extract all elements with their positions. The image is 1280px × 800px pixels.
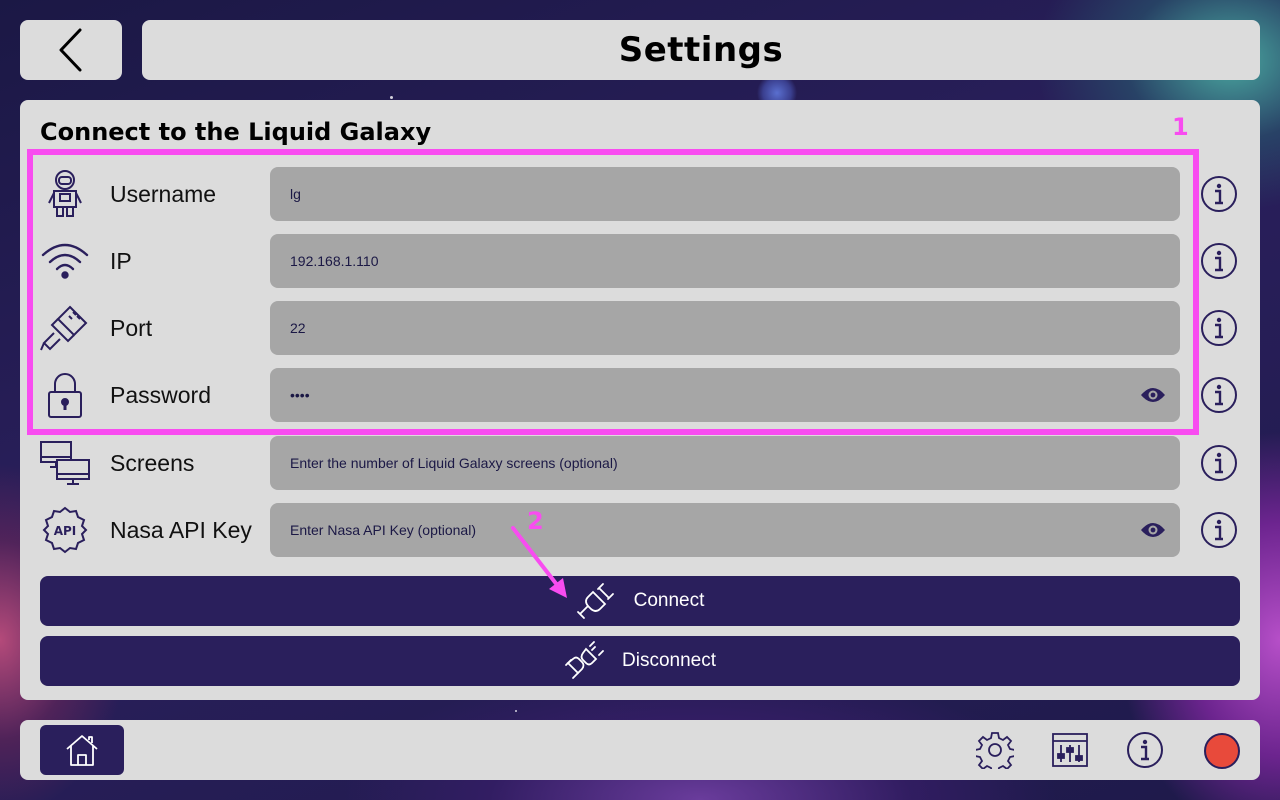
star: [390, 96, 393, 99]
screens-row: Screens: [20, 436, 1260, 490]
svg-text:API: API: [54, 524, 77, 538]
disconnect-button[interactable]: Disconnect: [40, 636, 1240, 686]
annotation-number-1: 1: [1172, 113, 1189, 141]
info-icon: [1127, 732, 1163, 768]
padlock-icon: [38, 368, 92, 422]
nasa-api-key-row: API Nasa API Key: [20, 503, 1260, 557]
sliders-icon: [1052, 733, 1088, 767]
ip-input[interactable]: [270, 234, 1180, 288]
astronaut-icon: [38, 167, 92, 221]
disconnect-label: Disconnect: [622, 650, 716, 671]
monitors-icon: [38, 436, 92, 490]
section-title: Connect to the Liquid Galaxy: [40, 118, 432, 146]
password-row: Password: [20, 368, 1260, 422]
wifi-icon: [38, 234, 92, 288]
chevron-left-icon: [59, 28, 82, 72]
bottom-nav-bar: [20, 720, 1260, 780]
username-label: Username: [110, 181, 217, 207]
eye-icon[interactable]: [1140, 383, 1166, 407]
ethernet-cable-icon: [38, 301, 92, 355]
nasa-api-key-input[interactable]: [270, 503, 1180, 557]
star: [515, 710, 517, 712]
settings-panel: Connect to the Liquid Galaxy Username lg…: [20, 100, 1260, 700]
info-icon[interactable]: [1200, 444, 1238, 482]
page-title: Settings: [618, 30, 784, 70]
password-label: Password: [110, 382, 211, 408]
about-button[interactable]: [1125, 730, 1165, 770]
username-row: Username: [20, 167, 1260, 221]
info-icon[interactable]: [1200, 376, 1238, 414]
api-badge-icon: API: [38, 503, 92, 557]
plug-connect-icon: [576, 583, 614, 619]
ip-label: IP: [110, 248, 132, 274]
record-dot[interactable]: [1204, 733, 1240, 769]
plug-disconnect-icon: [565, 641, 604, 679]
username-input[interactable]: [270, 167, 1180, 221]
port-row: Port: [20, 301, 1260, 355]
info-icon[interactable]: [1200, 309, 1238, 347]
info-icon[interactable]: [1200, 175, 1238, 213]
password-input[interactable]: [270, 368, 1180, 422]
screens-input[interactable]: [270, 436, 1180, 490]
settings-button[interactable]: [975, 730, 1015, 770]
mixer-button[interactable]: [1050, 730, 1090, 770]
eye-icon[interactable]: [1140, 518, 1166, 542]
port-label: Port: [110, 315, 153, 341]
home-icon: [66, 735, 98, 766]
nasa-api-key-label: Nasa API Key: [110, 517, 252, 543]
port-input[interactable]: [270, 301, 1180, 355]
annotation-arrow: [511, 526, 567, 598]
connect-label: Connect: [633, 590, 705, 611]
gear-icon: [976, 732, 1014, 769]
info-icon[interactable]: [1200, 242, 1238, 280]
ip-row: IP: [20, 234, 1260, 288]
title-bar: Settings: [142, 20, 1260, 80]
home-button[interactable]: [40, 725, 124, 775]
screens-label: Screens: [110, 450, 195, 476]
connect-button[interactable]: Connect: [40, 576, 1240, 626]
info-icon[interactable]: [1200, 511, 1238, 549]
back-button[interactable]: [20, 20, 122, 80]
